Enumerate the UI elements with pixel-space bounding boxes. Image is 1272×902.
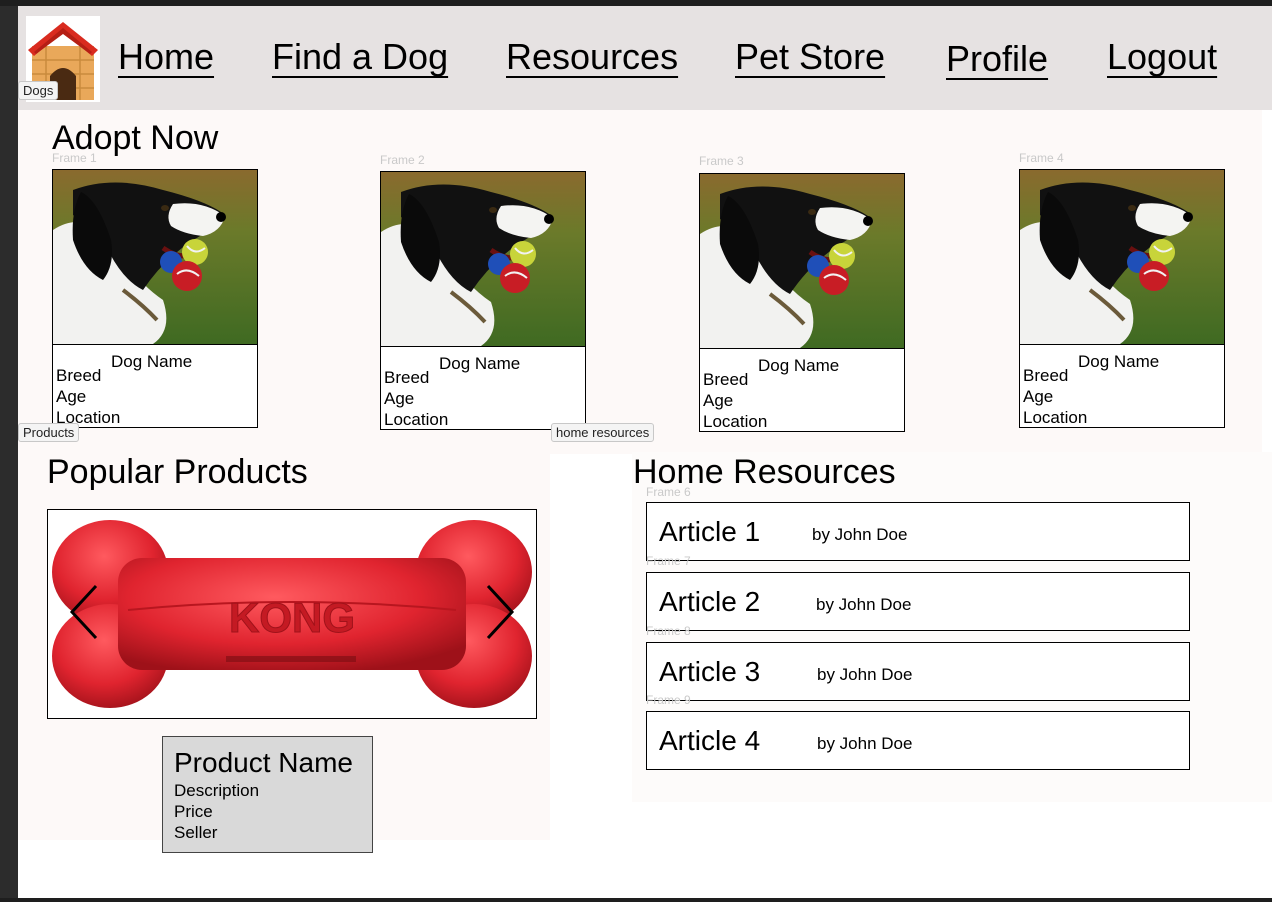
frame-label: Frame 7: [646, 554, 691, 568]
dog-name: Dog Name: [439, 354, 521, 373]
product-description: Description: [174, 781, 260, 800]
carousel-next-icon[interactable]: [478, 582, 518, 642]
frame-label: Frame 4: [1019, 151, 1064, 165]
dog-name: Dog Name: [1078, 352, 1160, 371]
product-carousel[interactable]: KONG: [47, 509, 537, 719]
article-title: Article 3: [659, 656, 761, 687]
nav-link-profile[interactable]: Profile: [946, 38, 1048, 80]
product-seller: Seller: [174, 823, 218, 842]
carousel-prev-icon[interactable]: [66, 582, 106, 642]
article-author: by John Doe: [812, 525, 908, 544]
article-item[interactable]: Article 2 by John Doe: [646, 572, 1190, 631]
dog-photo: [53, 170, 257, 345]
dog-photo: [381, 172, 585, 347]
dog-photo: [700, 174, 904, 349]
dog-card[interactable]: Dog Name Breed Age Location: [699, 173, 905, 432]
product-price: Price: [174, 802, 213, 821]
dog-breed: Breed: [703, 370, 749, 389]
dog-card[interactable]: Dog Name Breed Age Location: [52, 169, 258, 428]
dog-card[interactable]: Dog Name Breed Age Location: [380, 171, 586, 430]
frame-label: Frame 8: [646, 624, 691, 638]
article-item[interactable]: Article 4 by John Doe: [646, 711, 1190, 770]
dog-card[interactable]: Dog Name Breed Age Location: [1019, 169, 1225, 428]
frame-label: Frame 1: [52, 151, 97, 165]
nav-link-find-a-dog[interactable]: Find a Dog: [272, 36, 448, 78]
article-item[interactable]: Article 3 by John Doe: [646, 642, 1190, 701]
home-resources-frame-tag: home resources: [551, 423, 655, 442]
bone-toy-image: KONG: [52, 520, 532, 708]
logo-frame-tag: Dogs: [18, 81, 59, 100]
dog-location: Location: [1023, 408, 1088, 427]
frame-label: Frame 3: [699, 154, 744, 168]
article-title: Article 1: [659, 516, 761, 547]
dog-location: Location: [384, 410, 449, 429]
nav-link-home[interactable]: Home: [118, 36, 214, 78]
dog-age: Age: [56, 387, 87, 406]
dog-photo: [1020, 170, 1224, 345]
dog-location: Location: [703, 412, 768, 431]
frame-label: Frame 6: [646, 485, 691, 499]
popular-products-title: Popular Products: [47, 453, 308, 491]
nav-bar: Dogs Home Find a Dog Resources Pet Store…: [18, 6, 1272, 110]
nav-link-pet-store[interactable]: Pet Store: [735, 36, 885, 78]
article-author: by John Doe: [816, 595, 912, 614]
dog-name: Dog Name: [758, 356, 840, 375]
nav-link-resources[interactable]: Resources: [506, 36, 678, 78]
dog-age: Age: [1023, 387, 1054, 406]
frame-label: Frame 9: [646, 693, 691, 707]
nav-link-logout[interactable]: Logout: [1107, 36, 1217, 78]
product-name: Product Name: [174, 747, 353, 778]
dog-breed: Breed: [1023, 366, 1069, 385]
frame-label: Frame 2: [380, 153, 425, 167]
product-card[interactable]: Product Name Description Price Seller: [162, 736, 373, 853]
dog-breed: Breed: [384, 368, 430, 387]
dog-age: Age: [703, 391, 734, 410]
article-title: Article 4: [659, 725, 761, 756]
page-canvas: Dogs Home Find a Dog Resources Pet Store…: [18, 6, 1272, 898]
dog-age: Age: [384, 389, 415, 408]
dog-breed: Breed: [56, 366, 102, 385]
products-frame-tag: Products: [18, 423, 80, 442]
dog-name: Dog Name: [111, 352, 193, 371]
article-author: by John Doe: [817, 665, 913, 684]
article-author: by John Doe: [817, 734, 913, 753]
article-title: Article 2: [659, 586, 761, 617]
kong-logo: KONG: [229, 594, 355, 641]
editor-bottom-strip: [0, 898, 1272, 902]
article-item[interactable]: Article 1 by John Doe: [646, 502, 1190, 561]
